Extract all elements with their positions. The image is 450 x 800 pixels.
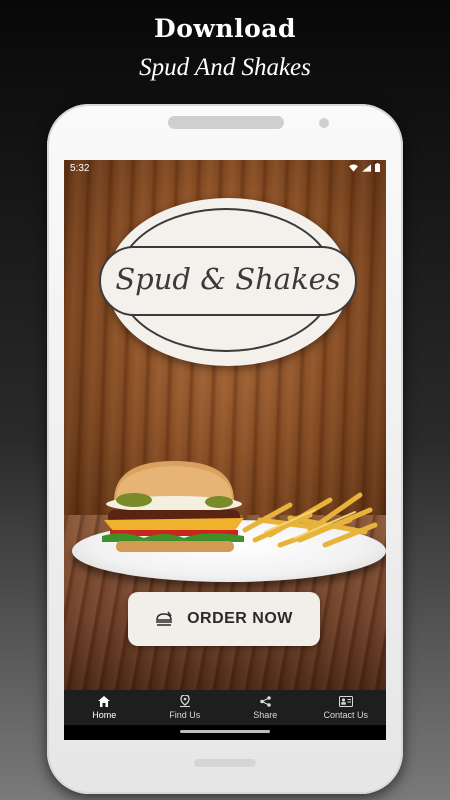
phone-home-indicator	[194, 759, 256, 767]
promo-subtitle: Spud And Shakes	[139, 54, 311, 81]
nav-item-home[interactable]: Home	[64, 690, 145, 725]
order-now-button[interactable]: ORDER NOW	[128, 592, 320, 646]
status-time: 5:32	[70, 163, 90, 174]
gesture-handle[interactable]	[180, 730, 270, 733]
food-delivery-icon	[156, 611, 173, 626]
home-icon	[98, 695, 111, 707]
fries-image	[242, 492, 378, 548]
order-now-label: ORDER NOW	[187, 610, 293, 627]
burger-image	[102, 461, 244, 552]
battery-icon	[375, 163, 380, 172]
nav-label-home: Home	[92, 709, 117, 720]
promo-title: Download	[154, 14, 296, 43]
nav-item-contact-us[interactable]: Contact Us	[306, 690, 387, 725]
nav-label-share: Share	[253, 709, 278, 720]
app-screen: 5:32 Spud & Shakes ORDER NOW Home Find U…	[64, 160, 386, 740]
phone-frame: 5:32 Spud & Shakes ORDER NOW Home Find U…	[47, 104, 403, 794]
location-pin-icon	[179, 695, 190, 707]
gesture-area	[64, 725, 386, 740]
nav-item-share[interactable]: Share	[225, 690, 306, 725]
phone-camera	[319, 118, 329, 128]
nav-label-contact-us: Contact Us	[323, 709, 369, 720]
nav-label-find-us: Find Us	[169, 710, 201, 720]
contact-card-icon	[338, 695, 353, 707]
bottom-navigation: Home Find Us Share Contact Us	[64, 690, 386, 725]
phone-speaker	[168, 116, 284, 129]
share-icon	[259, 695, 271, 707]
logo-badge: Spud & Shakes	[99, 198, 357, 366]
wifi-icon	[349, 163, 358, 172]
nav-item-find-us[interactable]: Find Us	[145, 690, 226, 725]
signal-icon	[362, 163, 371, 172]
logo-text: Spud & Shakes	[115, 262, 341, 296]
status-bar: 5:32	[64, 160, 386, 178]
